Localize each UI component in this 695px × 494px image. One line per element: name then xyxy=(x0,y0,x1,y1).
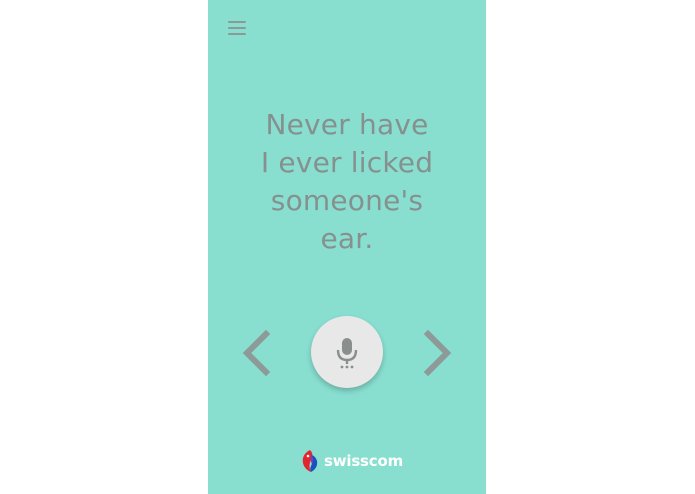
question-line: I ever licked xyxy=(260,146,434,179)
question-line: someone's xyxy=(270,184,424,217)
question-text: Never have I ever licked someone's ear. xyxy=(248,106,446,258)
microphone-button[interactable] xyxy=(311,316,383,388)
previous-question-button[interactable] xyxy=(238,329,274,377)
question-line: ear. xyxy=(320,222,374,255)
next-question-button[interactable] xyxy=(420,329,456,377)
microphone-icon xyxy=(336,338,358,369)
brand-footer: swisscom xyxy=(300,448,403,474)
menu-button[interactable] xyxy=(226,18,248,38)
chevron-left-icon xyxy=(242,329,271,377)
swisscom-logo-icon xyxy=(302,450,318,472)
brand-name: swisscom xyxy=(324,452,404,470)
page-background: Never have I ever licked someone's ear. xyxy=(0,0,695,494)
chevron-right-icon xyxy=(423,329,452,377)
app-screen: Never have I ever licked someone's ear. xyxy=(208,0,486,494)
question-line: Never have xyxy=(265,108,429,141)
